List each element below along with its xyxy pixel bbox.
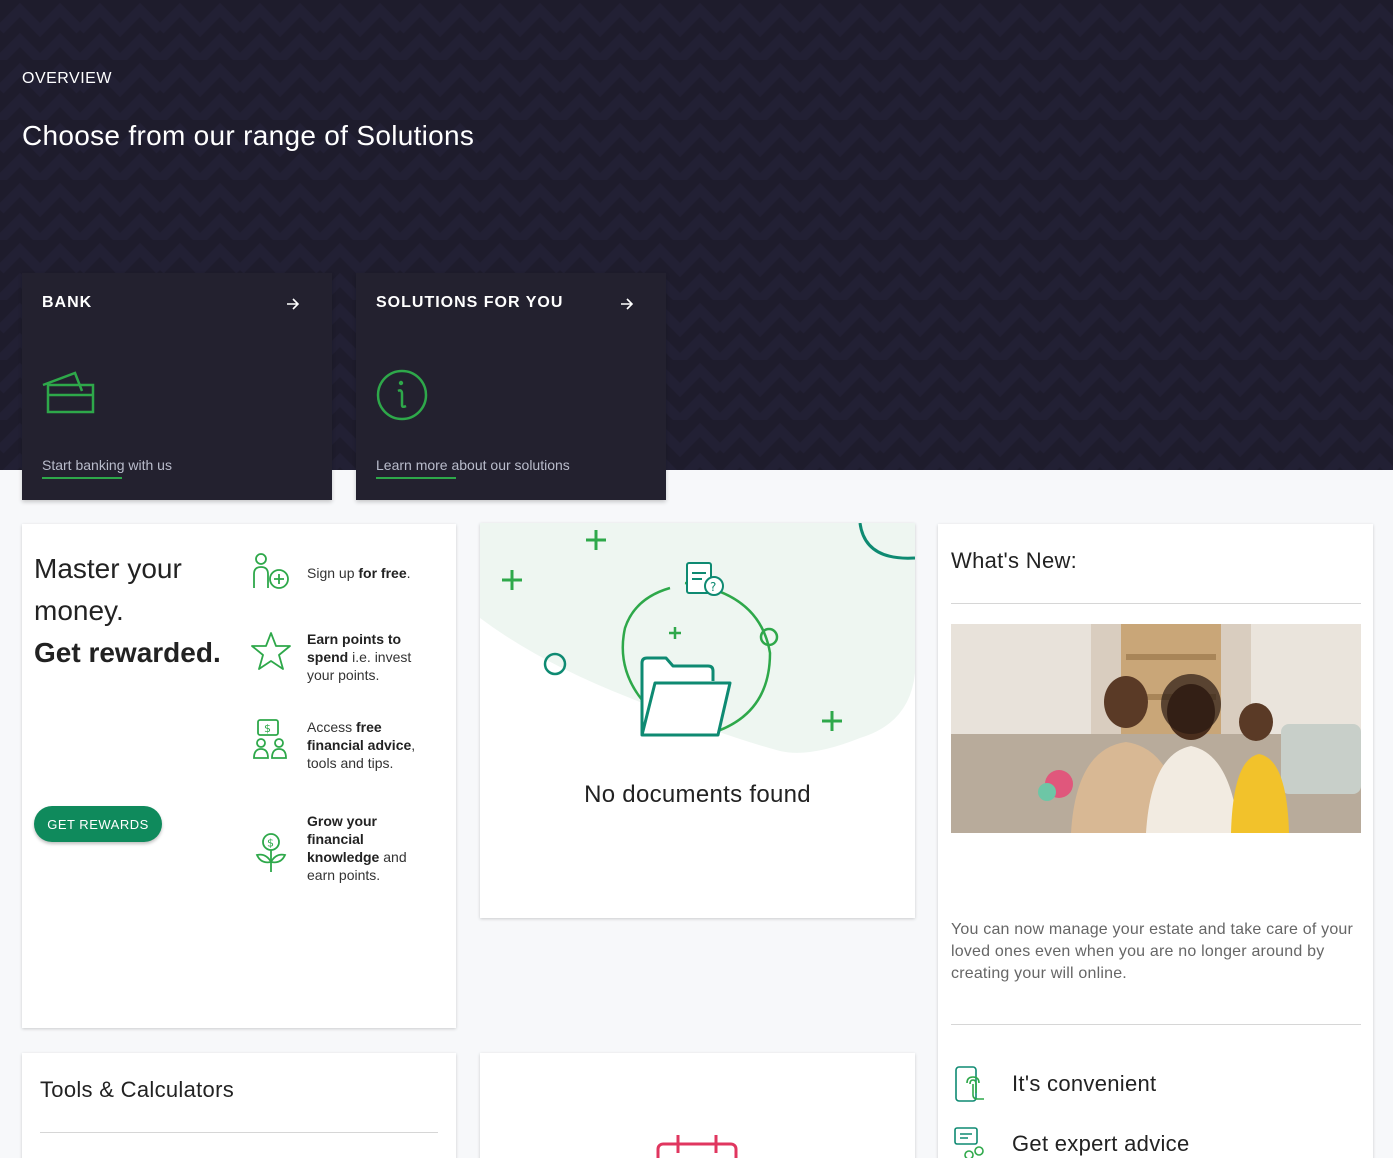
info-circle-icon <box>376 369 428 421</box>
whats-new-card: What's New: You can now manage your esta… <box>938 524 1373 1158</box>
solutions-tile[interactable]: SOLUTIONS FOR YOU Learn more about our s… <box>356 273 666 500</box>
perk-text: Grow your financial knowledge and earn p… <box>307 813 407 883</box>
rewards-heading-line2: Get rewarded. <box>34 637 221 668</box>
rewards-card: Master your money. Get rewarded. GET REW… <box>22 524 456 1028</box>
divider <box>40 1132 438 1133</box>
rewards-heading: Master your money. Get rewarded. <box>34 548 224 674</box>
documents-card: ? No documents found <box>480 523 915 918</box>
tools-title: Tools & Calculators <box>40 1077 234 1102</box>
tile-underline <box>42 477 122 479</box>
tile-underline <box>376 477 456 479</box>
arrow-right-icon[interactable] <box>618 295 636 313</box>
whats-new-item-label: Get expert advice <box>1012 1131 1190 1156</box>
whats-new-item: It's convenient <box>951 1065 1351 1105</box>
perk-item: Earn points to spend i.e. invest your po… <box>250 630 430 690</box>
whats-new-description: You can now manage your estate and take … <box>951 921 1354 982</box>
whats-new-item: Get expert advice <box>951 1125 1351 1158</box>
money-plant-icon: $ <box>255 833 287 872</box>
divider <box>951 1024 1361 1025</box>
svg-text:$: $ <box>264 722 271 735</box>
calendar-card <box>480 1053 915 1158</box>
expert-advice-icon <box>954 1127 984 1158</box>
rewards-heading-line1: Master your money. <box>34 553 182 626</box>
perk-item: $ Access free financial advice, tools an… <box>250 718 430 778</box>
person-add-icon <box>253 553 289 589</box>
family-photo <box>951 624 1361 833</box>
svg-text:?: ? <box>710 580 716 594</box>
bank-tile[interactable]: BANK Start banking with us <box>22 273 332 500</box>
tile-link[interactable]: Learn more about our solutions <box>376 457 570 473</box>
financial-advice-icon: $ <box>253 719 287 759</box>
tools-calculators-card: Tools & Calculators <box>22 1053 456 1158</box>
perk-text: Earn points to spend i.e. invest your po… <box>307 631 412 683</box>
bank-cards-icon <box>42 371 95 414</box>
perk-item: Sign up for free. <box>250 552 430 592</box>
tile-title: BANK <box>42 294 93 311</box>
whats-new-item-label: It's convenient <box>1012 1071 1157 1096</box>
arrow-right-icon[interactable] <box>284 295 302 313</box>
hero-eyebrow: OVERVIEW <box>22 70 112 87</box>
svg-text:$: $ <box>267 837 274 850</box>
get-rewards-button[interactable]: GET REWARDS <box>34 806 162 842</box>
tile-title: SOLUTIONS FOR YOU <box>376 294 564 311</box>
divider <box>951 603 1361 604</box>
whats-new-title: What's New: <box>951 548 1078 573</box>
perk-text: Access free financial advice, tools and … <box>307 719 416 771</box>
no-documents-illustration: ? <box>480 523 915 753</box>
perk-text: Sign up for free. <box>307 565 411 581</box>
no-documents-message: No documents found <box>584 781 811 808</box>
page-title: Choose from our range of Solutions <box>22 120 475 151</box>
calendar-icon <box>656 1135 738 1158</box>
perk-item: $ Grow your financial knowledge and earn… <box>250 813 430 908</box>
touch-phone-icon <box>955 1066 984 1102</box>
tile-link[interactable]: Start banking with us <box>42 457 172 473</box>
star-icon <box>251 632 291 670</box>
